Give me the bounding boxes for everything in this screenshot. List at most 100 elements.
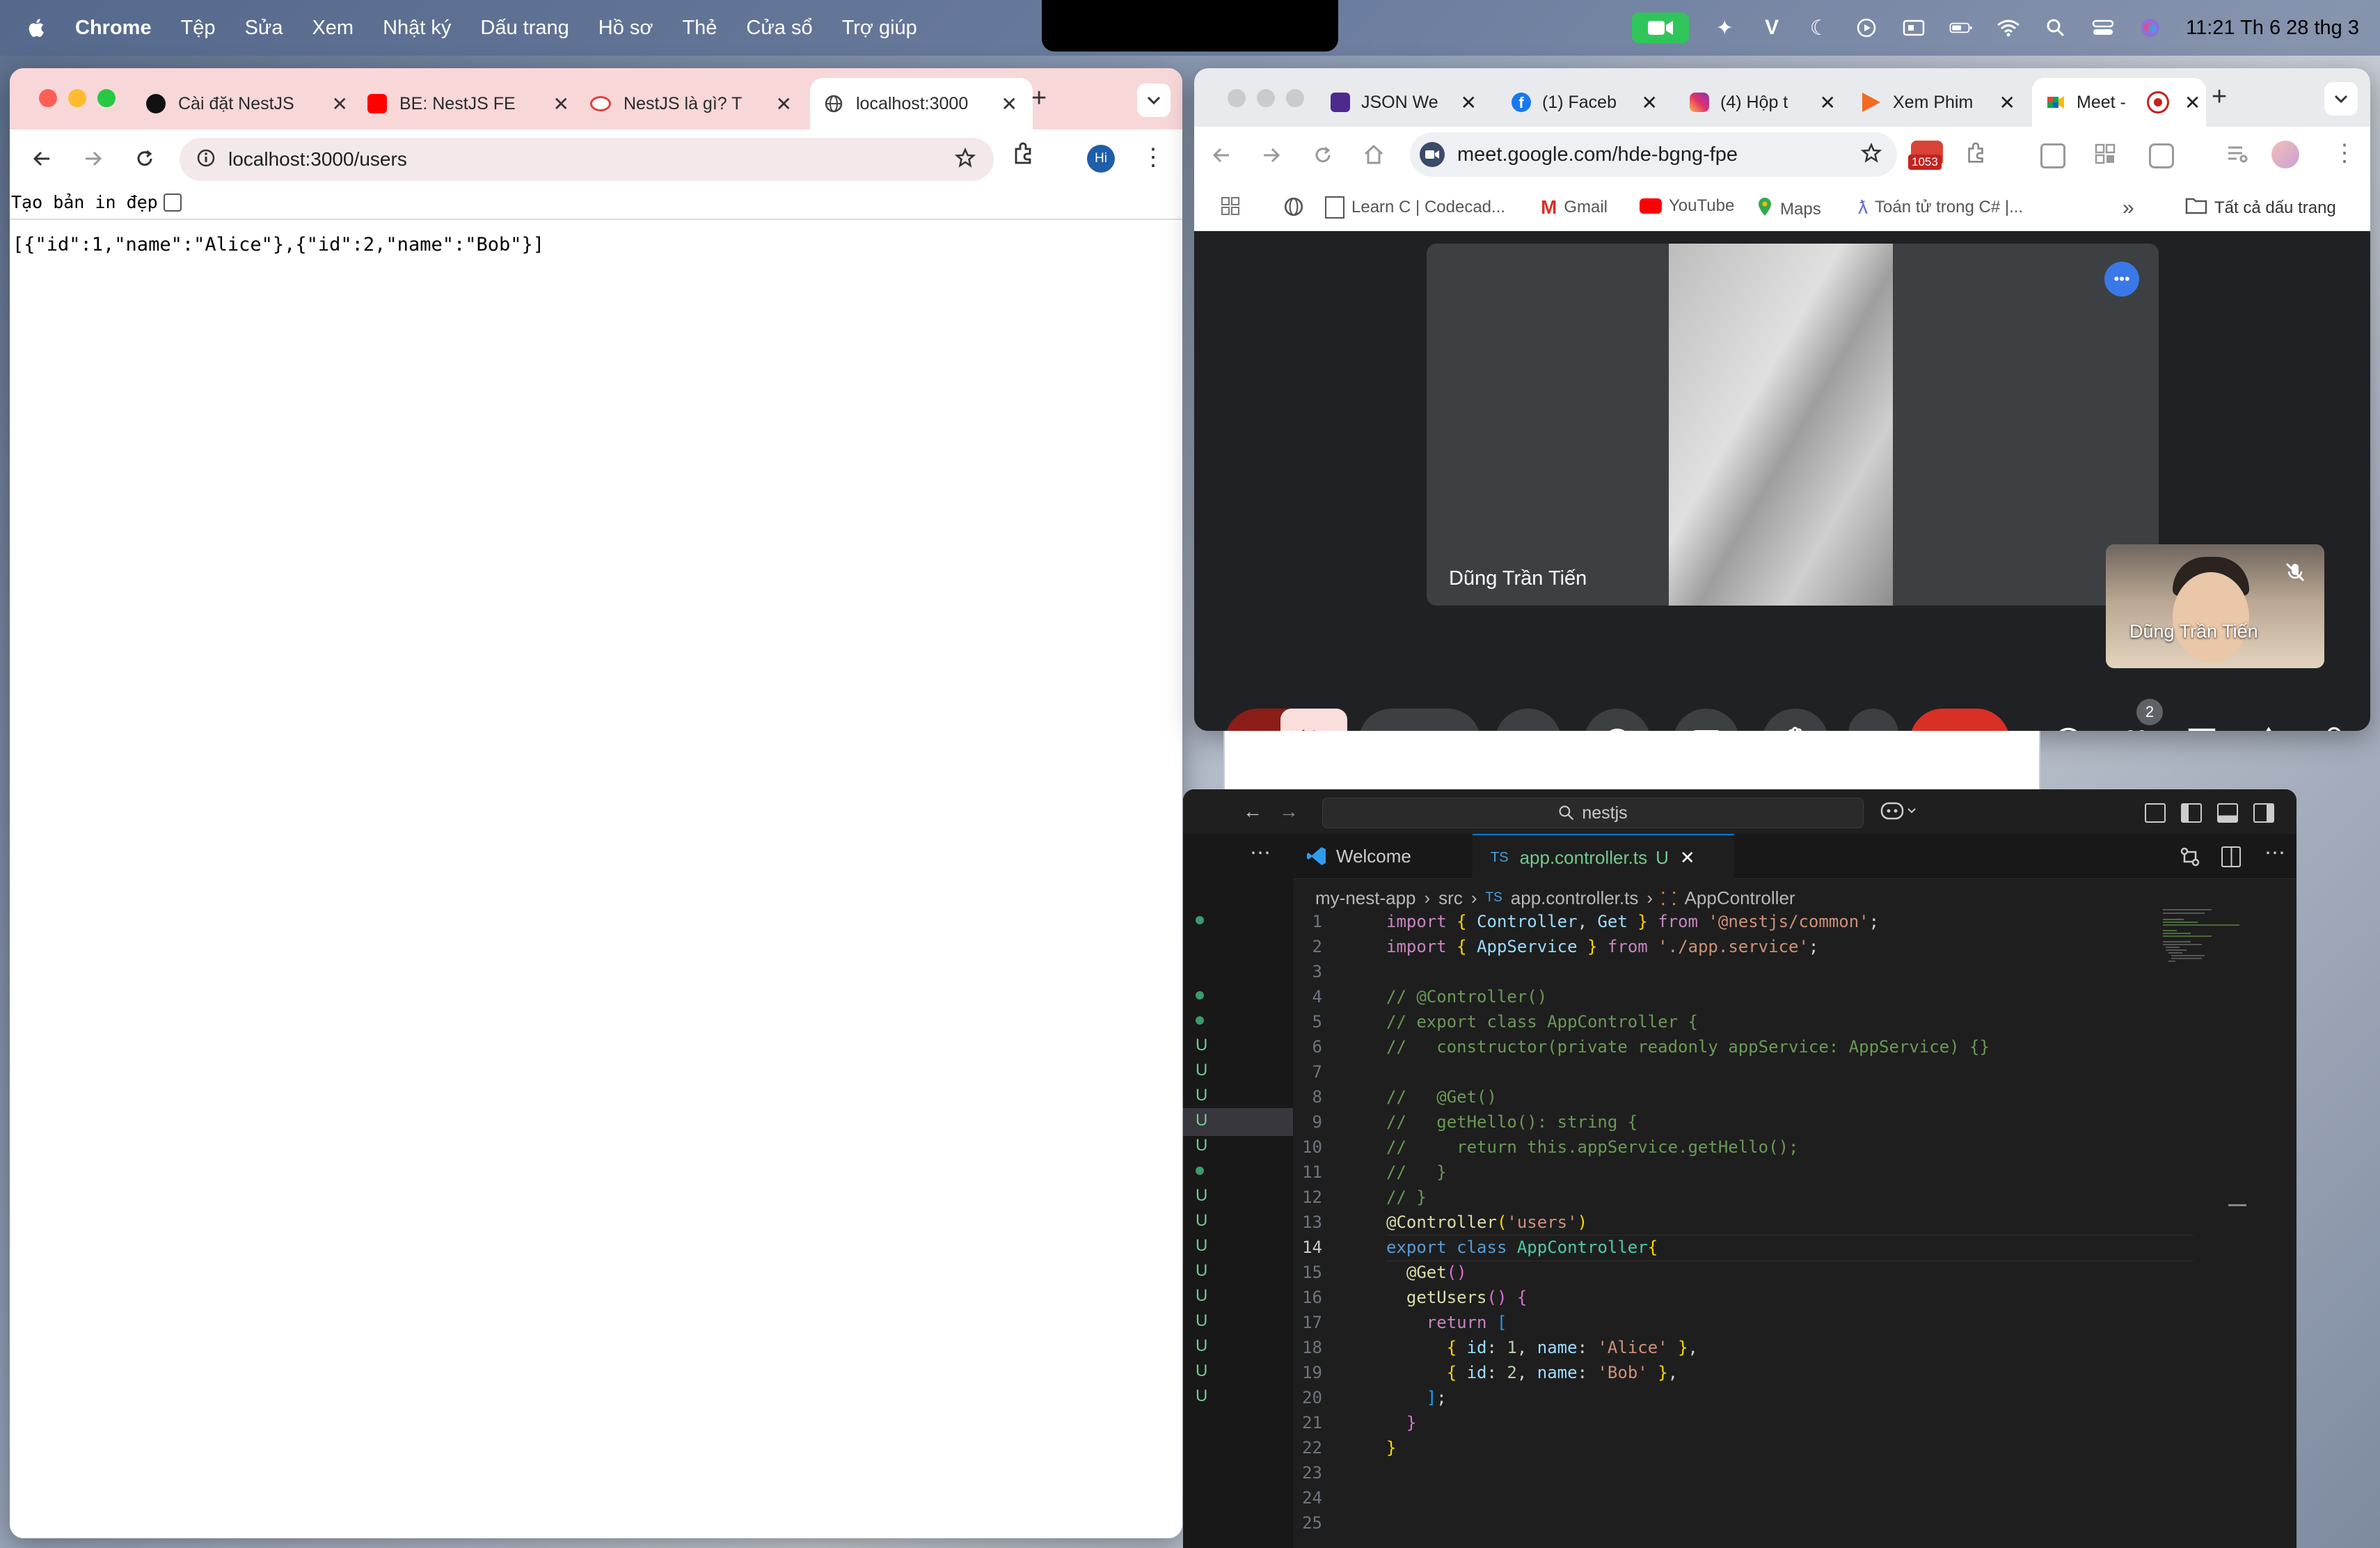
copilot-icon[interactable] [1880,799,1919,826]
bookmark-gmail[interactable]: M Gmail [1541,196,1608,219]
extensions-icon[interactable] [1010,142,1036,171]
apple-icon[interactable] [25,16,49,40]
new-tab-button[interactable]: + [2212,82,2227,112]
menu-window[interactable]: Cửa sổ [746,17,812,40]
bookmark-globe-icon[interactable] [1283,196,1304,217]
maximize-window-button[interactable] [97,89,116,107]
chat-icon[interactable] [2182,722,2221,731]
editor-more-icon[interactable]: ⋯ [2264,841,2285,865]
breadcrumb-folder[interactable]: my-nest-app [1315,887,1416,909]
breadcrumb-file[interactable]: app.controller.ts [1511,887,1639,909]
tab-movies[interactable]: Xem Phim ✕ [1862,78,2015,127]
tab-nestjs-install[interactable]: Cài đặt NestJS ✕ [146,78,348,129]
address-bar[interactable]: meet.google.com/hde-bgng-fpe [1410,132,1897,177]
battery-icon[interactable] [1949,16,1973,40]
breadcrumb-class[interactable]: AppController [1685,887,1795,909]
minimize-window-button[interactable] [1257,89,1275,107]
participant-options-button[interactable]: ••• [2104,262,2139,297]
new-tab-button[interactable]: + [1031,84,1047,113]
menu-bookmarks[interactable]: Dấu trang [480,17,569,40]
bookmarks-overflow-button[interactable]: » [2123,196,2134,220]
close-tab-icon[interactable]: ✕ [1001,93,1017,116]
moon-icon[interactable]: ☾ [1807,16,1831,40]
self-view-tile[interactable]: Dũng Trần Tiến [2106,544,2324,668]
close-tab-icon[interactable]: ✕ [1680,847,1695,869]
camera-toggle-button[interactable] [1414,709,1481,731]
screen-icon[interactable] [1902,16,1926,40]
puzzle-icon[interactable] [1964,142,1988,169]
profile-avatar[interactable] [2271,141,2299,168]
apps-icon[interactable] [1221,196,1240,216]
sparkle-icon[interactable]: ✦ [1713,16,1736,40]
siri-icon[interactable] [2139,16,2162,40]
mic-toggle-button[interactable] [1280,709,1347,731]
close-window-button[interactable] [1228,89,1246,107]
menu-profiles[interactable]: Hồ sơ [598,17,653,40]
bookmark-youtube[interactable]: YouTube [1640,196,1734,216]
reload-button[interactable] [128,142,161,175]
menu-view[interactable]: Xem [312,17,354,40]
tab-nestjs-what[interactable]: NestJS là gì? T ✕ [590,78,792,129]
search-icon[interactable] [2044,16,2068,40]
home-button[interactable] [1363,143,1385,169]
menubar-app-name[interactable]: Chrome [75,17,152,40]
menu-help[interactable]: Trợ giúp [842,17,917,40]
explorer-more-icon[interactable]: ⋯ [1250,841,1271,865]
extension-icon-3[interactable] [2149,143,2174,168]
all-bookmarks-button[interactable]: Tất cả dấu trang [2185,196,2336,219]
back-button[interactable] [25,142,58,175]
forward-button[interactable] [1261,145,1282,169]
menubar-clock[interactable]: 11:21 Th 6 28 thg 3 [2186,17,2359,40]
minimize-window-button[interactable] [68,89,86,107]
play-circle-icon[interactable] [1855,16,1878,40]
toggle-secondary-sidebar-icon[interactable] [2253,803,2274,823]
site-info-icon[interactable] [196,148,216,171]
toggle-sidebar-icon[interactable] [2181,803,2202,823]
more-options-button[interactable]: ⋮ [1848,709,1898,731]
tab-app-controller[interactable]: TS app.controller.ts U ✕ [1473,834,1734,880]
tab-welcome[interactable]: Welcome [1303,834,1466,878]
breadcrumb-src[interactable]: src [1438,887,1463,909]
command-center-search[interactable]: nestjs [1322,798,1864,828]
extension-badge-icon[interactable]: 1053 [1908,136,1950,171]
tab-be-nestjs[interactable]: BE: NestJS FE ✕ [367,78,569,129]
tab-meet[interactable]: Meet - ✕ [2032,78,2206,127]
nav-forward-icon[interactable]: → [1279,800,1299,823]
close-tab-icon[interactable]: ✕ [1820,91,1836,114]
tab-localhost[interactable]: localhost:3000 ✕ [810,78,1033,129]
pretty-print-checkbox[interactable] [163,193,182,212]
raise-hand-button[interactable] [1762,709,1829,731]
meeting-info-icon[interactable] [2049,722,2088,731]
close-tab-icon[interactable]: ✕ [553,93,569,116]
tab-instagram[interactable]: (4) Hộp t ✕ [1690,78,1836,127]
wifi-icon[interactable] [1997,16,2020,40]
close-tab-icon[interactable]: ✕ [776,93,792,116]
media-controls-icon[interactable] [2227,143,2249,168]
menu-tab[interactable]: Thẻ [682,17,717,40]
bookmark-maps[interactable]: Maps [1756,196,1821,222]
close-tab-icon[interactable]: ✕ [2184,91,2200,114]
address-bar[interactable]: localhost:3000/users [180,138,994,181]
maximize-window-button[interactable] [1286,89,1304,107]
close-tab-icon[interactable]: ✕ [1461,91,1477,114]
chrome-menu-icon[interactable]: ⋮ [1141,145,1165,170]
present-screen-button[interactable] [1673,709,1740,731]
bookmark-star-icon[interactable] [954,147,976,172]
tab-facebook[interactable]: f (1) Faceb ✕ [1512,78,1658,127]
nav-back-icon[interactable]: ← [1243,800,1262,823]
v-app-icon[interactable]: V [1760,16,1784,40]
close-tab-icon[interactable]: ✕ [1642,91,1658,114]
camera-in-use-icon[interactable] [1632,13,1690,43]
close-tab-icon[interactable]: ✕ [1999,91,2015,114]
menu-history[interactable]: Nhật ký [383,17,451,40]
control-center-icon[interactable] [2091,16,2115,40]
bookmark-codecademy[interactable]: Learn C | Codecad... [1325,196,1505,219]
menu-edit[interactable]: Sửa [245,17,283,40]
close-window-button[interactable] [39,89,57,107]
layout-customize-icon[interactable] [2145,803,2166,823]
toggle-panel-icon[interactable] [2217,803,2238,823]
emoji-reaction-button[interactable] [1584,709,1651,731]
forward-button[interactable] [77,142,110,175]
back-button[interactable] [1211,145,1232,169]
chrome-menu-icon[interactable]: ⋮ [2333,141,2356,166]
